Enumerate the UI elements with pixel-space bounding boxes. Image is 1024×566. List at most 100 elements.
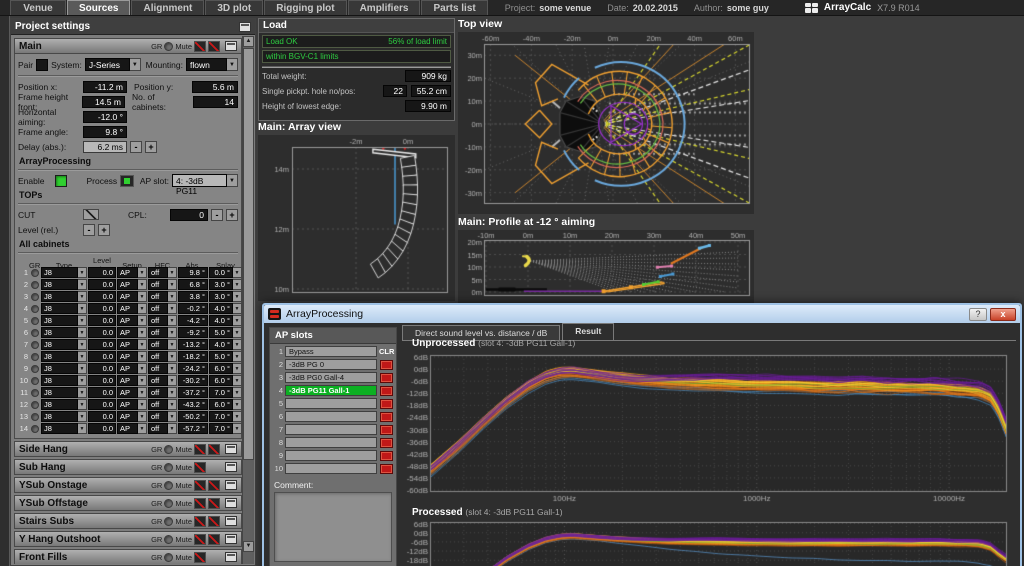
scroll-up-button[interactable]: ▲ — [243, 36, 254, 47]
mute-toggle[interactable] — [194, 462, 206, 473]
process-checkbox[interactable] — [120, 175, 134, 187]
cabinet-level-field[interactable]: 0.0 — [88, 279, 116, 290]
cabinet-splay-dropdown[interactable]: 4.0 °▼ — [209, 339, 242, 350]
gr-radio[interactable] — [164, 463, 173, 472]
tab-rigging-plot[interactable]: Rigging plot — [264, 0, 346, 15]
cabinet-gr-radio[interactable] — [31, 401, 39, 409]
chevron-down-icon[interactable]: ▼ — [78, 399, 87, 410]
slot-button-10[interactable] — [285, 463, 377, 474]
cabinet-gr-radio[interactable] — [31, 377, 39, 385]
section-y-hang-outshoot[interactable]: Y Hang OutshootGRMute — [14, 531, 242, 547]
chevron-down-icon[interactable]: ▼ — [233, 327, 242, 338]
chevron-down-icon[interactable]: ▼ — [78, 327, 87, 338]
chevron-down-icon[interactable]: ▼ — [138, 423, 147, 434]
chevron-down-icon[interactable]: ▼ — [138, 363, 147, 374]
cabinet-type-dropdown[interactable]: J8▼ — [41, 363, 87, 374]
chevron-down-icon[interactable]: ▼ — [78, 411, 87, 422]
chevron-down-icon[interactable]: ▼ — [233, 315, 242, 326]
cabinet-level-field[interactable]: 0.0 — [88, 411, 116, 422]
cabinet-level-field[interactable]: 0.0 — [88, 303, 116, 314]
gr-radio[interactable] — [164, 499, 173, 508]
gr-radio[interactable] — [164, 553, 173, 562]
cabinet-setup-dropdown[interactable]: AP▼ — [117, 327, 147, 338]
cabinet-hfc-dropdown[interactable]: off▼ — [148, 291, 177, 302]
cabinet-gr-radio[interactable] — [31, 317, 39, 325]
cabinet-level-field[interactable]: 0.0 — [88, 423, 116, 434]
cabinet-count-field[interactable]: 14 — [193, 96, 238, 108]
cabinet-setup-dropdown[interactable]: AP▼ — [117, 387, 147, 398]
cabinet-setup-dropdown[interactable]: AP▼ — [117, 315, 147, 326]
mute-toggle[interactable] — [208, 534, 220, 545]
cabinet-setup-dropdown[interactable]: AP▼ — [117, 339, 147, 350]
cabinet-setup-dropdown[interactable]: AP▼ — [117, 279, 147, 290]
slot-clear-button[interactable] — [380, 451, 393, 461]
cabinet-type-dropdown[interactable]: J8▼ — [41, 291, 87, 302]
chevron-down-icon[interactable]: ▼ — [233, 411, 242, 422]
collapse-section-button[interactable] — [225, 498, 237, 508]
cabinet-level-field[interactable]: 0.0 — [88, 327, 116, 338]
section-sub-hang[interactable]: Sub HangGRMute — [14, 459, 242, 475]
position-x-field[interactable]: -11.2 m — [83, 81, 127, 93]
cabinet-setup-dropdown[interactable]: AP▼ — [117, 267, 147, 278]
chevron-down-icon[interactable]: ▼ — [168, 339, 177, 350]
level-plus-button[interactable]: + — [98, 224, 110, 236]
section-main[interactable]: Main GR Mute — [14, 38, 242, 54]
cabinet-type-dropdown[interactable]: J8▼ — [41, 387, 87, 398]
chevron-down-icon[interactable]: ▼ — [78, 291, 87, 302]
slot-button-4[interactable]: -3dB PG11 Gall-1 — [285, 385, 377, 396]
mute-toggle[interactable] — [208, 498, 220, 509]
delay-field[interactable]: 6.2 ms — [83, 141, 127, 153]
cabinet-type-dropdown[interactable]: J8▼ — [41, 399, 87, 410]
chevron-down-icon[interactable]: ▼ — [168, 399, 177, 410]
chevron-down-icon[interactable]: ▼ — [168, 423, 177, 434]
cabinet-gr-radio[interactable] — [31, 281, 39, 289]
collapse-section-button[interactable] — [225, 552, 237, 562]
window-close-button[interactable]: x — [990, 308, 1016, 321]
cabinet-type-dropdown[interactable]: J8▼ — [41, 375, 87, 386]
chevron-down-icon[interactable]: ▼ — [168, 291, 177, 302]
slot-clear-button[interactable] — [380, 412, 393, 422]
chevron-down-icon[interactable]: ▼ — [78, 387, 87, 398]
chevron-down-icon[interactable]: ▼ — [168, 267, 177, 278]
cabinet-level-field[interactable]: 0.0 — [88, 267, 116, 278]
chevron-down-icon[interactable]: ▼ — [168, 351, 177, 362]
cabinet-gr-radio[interactable] — [31, 353, 39, 361]
cabinet-splay-dropdown[interactable]: 7.0 °▼ — [209, 423, 242, 434]
chevron-down-icon[interactable]: ▼ — [168, 327, 177, 338]
cpl-minus-button[interactable]: - — [211, 209, 223, 221]
cabinet-setup-dropdown[interactable]: AP▼ — [117, 303, 147, 314]
cabinet-setup-dropdown[interactable]: AP▼ — [117, 363, 147, 374]
cpl-field[interactable]: 0 — [170, 209, 208, 221]
chevron-down-icon[interactable]: ▼ — [227, 58, 238, 71]
chevron-down-icon[interactable]: ▼ — [233, 279, 242, 290]
tab-venue[interactable]: Venue — [10, 0, 66, 15]
collapse-main-button[interactable] — [225, 41, 237, 51]
scrollbar-thumb[interactable] — [243, 48, 254, 460]
chevron-down-icon[interactable]: ▼ — [138, 267, 147, 278]
cut-toggle[interactable] — [83, 209, 99, 220]
slot-button-8[interactable] — [285, 437, 377, 448]
mute-toggle[interactable] — [208, 480, 220, 491]
slot-clear-button[interactable] — [380, 464, 393, 474]
system-dropdown[interactable]: J-Series ▼ — [85, 58, 141, 71]
cabinet-setup-dropdown[interactable]: AP▼ — [117, 375, 147, 386]
chevron-down-icon[interactable]: ▼ — [78, 375, 87, 386]
cabinet-hfc-dropdown[interactable]: off▼ — [148, 279, 177, 290]
cabinet-splay-dropdown[interactable]: 7.0 °▼ — [209, 411, 242, 422]
cabinet-type-dropdown[interactable]: J8▼ — [41, 351, 87, 362]
mute-toggle[interactable] — [194, 516, 206, 527]
position-y-field[interactable]: 5.6 m — [192, 81, 238, 93]
gr-radio[interactable] — [164, 445, 173, 454]
cabinet-gr-radio[interactable] — [31, 269, 39, 277]
pickpoint-hole-field[interactable]: 22 — [383, 85, 407, 97]
cabinet-hfc-dropdown[interactable]: off▼ — [148, 327, 177, 338]
gr-radio[interactable] — [164, 517, 173, 526]
cabinet-hfc-dropdown[interactable]: off▼ — [148, 303, 177, 314]
chevron-down-icon[interactable]: ▼ — [130, 58, 141, 71]
cabinet-hfc-dropdown[interactable]: off▼ — [148, 351, 177, 362]
cabinet-gr-radio[interactable] — [31, 305, 39, 313]
chevron-down-icon[interactable]: ▼ — [138, 411, 147, 422]
chevron-down-icon[interactable]: ▼ — [233, 303, 242, 314]
chevron-down-icon[interactable]: ▼ — [168, 303, 177, 314]
gr-radio[interactable] — [164, 42, 173, 51]
